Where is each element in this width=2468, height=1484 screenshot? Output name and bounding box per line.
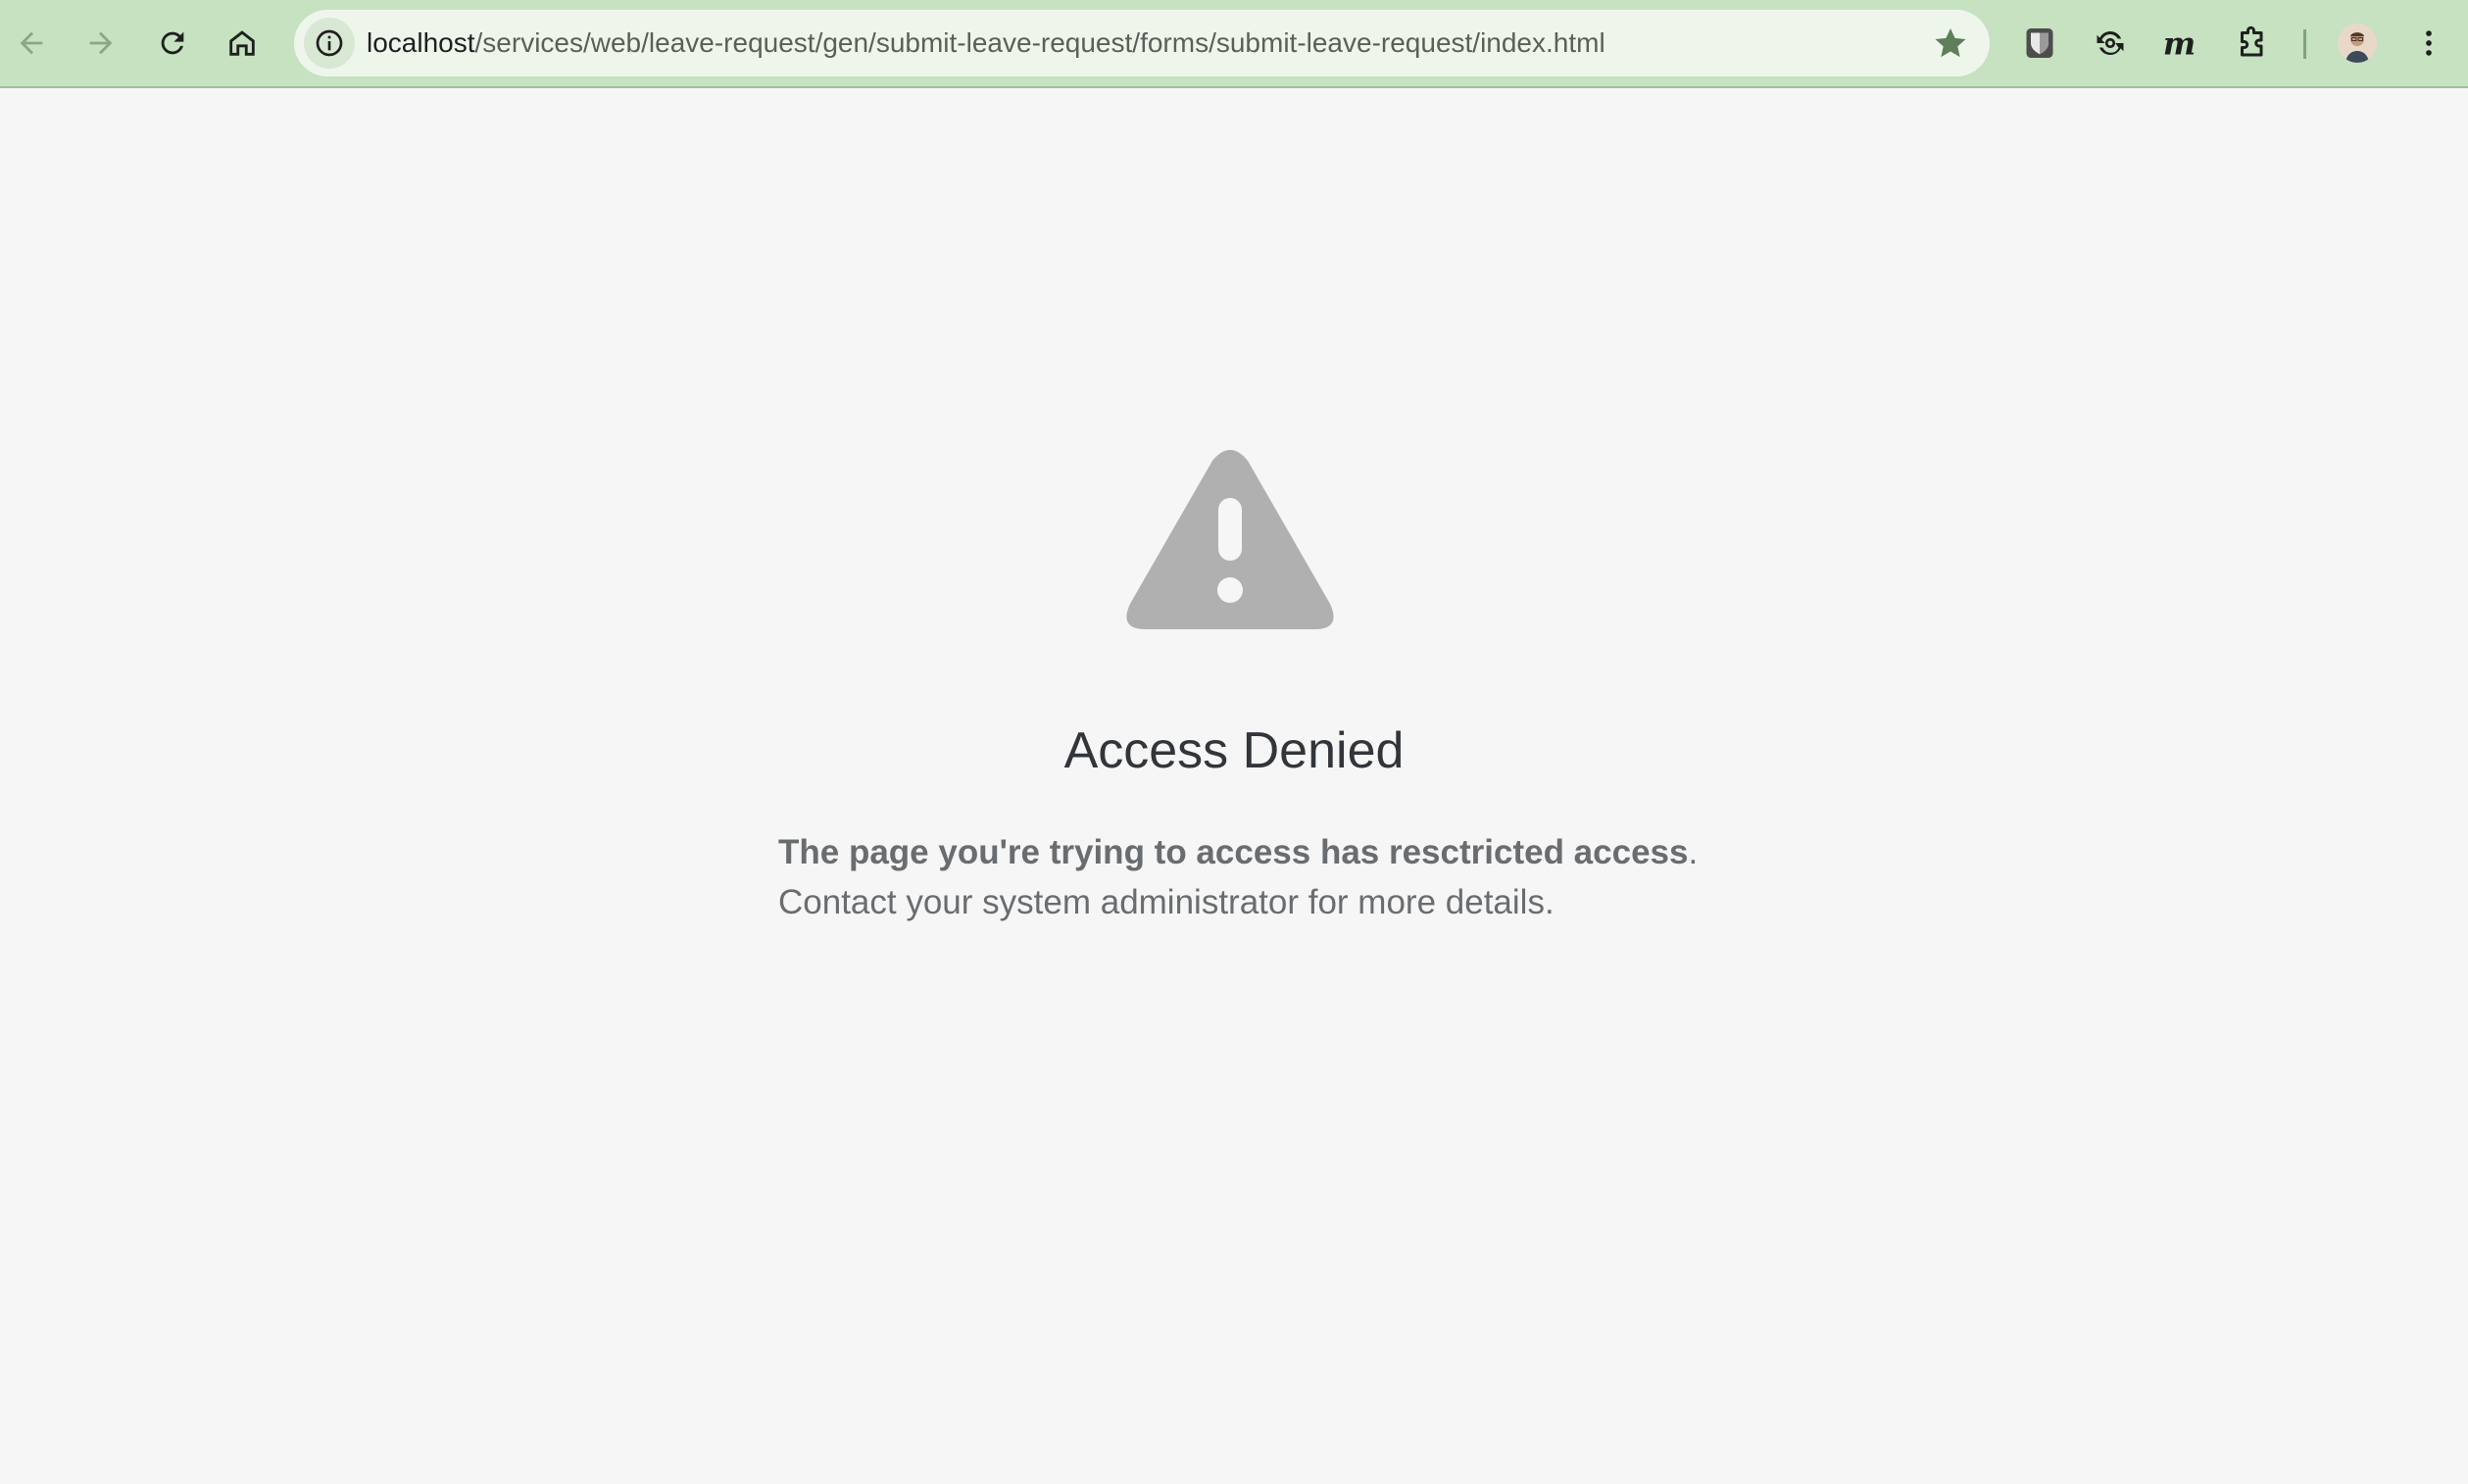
toolbar-separator [2303,29,2306,59]
page-title: Access Denied [1063,722,1405,779]
address-bar[interactable]: localhost/services/web/leave-request/gen… [294,10,1990,76]
puzzle-icon [2241,25,2263,57]
home-icon [229,30,255,56]
reload-icon [161,31,184,55]
bookmark-button[interactable] [1929,22,1972,65]
message-period: . [1688,833,1699,871]
site-info-button[interactable] [304,18,355,69]
access-message: The page you're trying to access has res… [778,827,1698,927]
star-icon [1935,27,1966,58]
profile-avatar[interactable] [2338,24,2377,63]
home-button[interactable] [215,16,270,71]
url-text[interactable]: localhost/services/web/leave-request/gen… [367,10,1605,76]
back-button[interactable] [4,16,59,71]
extension-sync-button[interactable] [2083,16,2138,71]
sync-icon [2097,31,2124,55]
arrow-right-icon [89,31,113,55]
bitwarden-shield-icon [2026,28,2053,58]
message-strong: The page you're trying to access has res… [778,833,1689,871]
arrow-left-icon [20,31,43,55]
user-avatar-icon [2338,24,2377,63]
url-host: localhost [367,27,475,58]
warning-triangle-icon [1126,450,1334,629]
extensions-button[interactable] [2225,16,2280,71]
url-path: /services/web/leave-request/gen/submit-l… [474,27,1605,58]
message-line-2: Contact your system administrator for mo… [778,883,1555,921]
message-line-1: The page you're trying to access has res… [778,827,1698,877]
extension-m-button[interactable]: m [2152,16,2207,71]
reload-button[interactable] [145,16,200,71]
browser-toolbar: localhost/services/web/leave-request/gen… [0,0,2468,88]
extension-bitwarden-button[interactable] [2012,16,2067,71]
forward-button[interactable] [74,16,128,71]
vertical-dots-icon [2426,30,2432,56]
page-content: Access Denied The page you're trying to … [0,90,2468,1484]
svg-text:m: m [2163,25,2196,61]
browser-menu-button[interactable] [2401,16,2456,71]
info-icon [316,29,343,57]
m-letter-icon: m [2163,25,2196,61]
